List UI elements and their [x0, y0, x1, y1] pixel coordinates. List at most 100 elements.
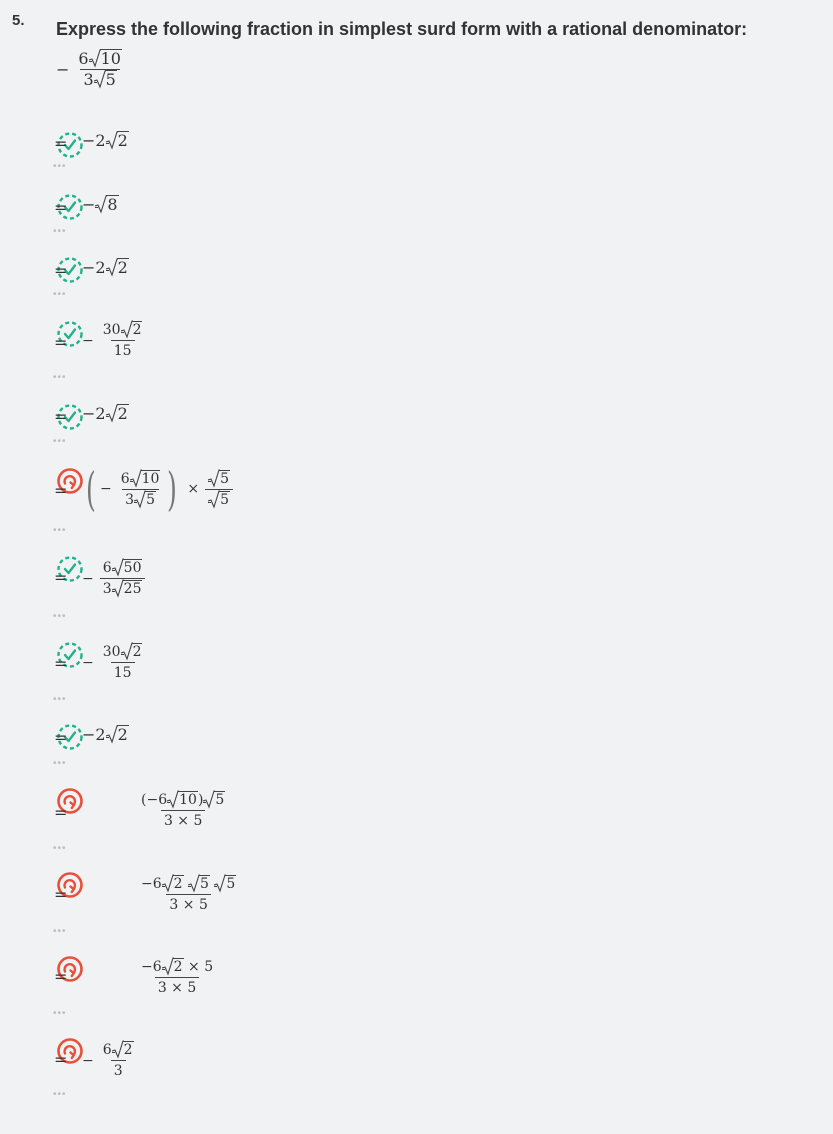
radical: 5: [203, 790, 226, 810]
equals-sign: =: [54, 885, 68, 904]
radical: 10: [129, 468, 161, 489]
sign: −: [82, 332, 94, 349]
radicand: 2: [131, 321, 143, 338]
radical: 2: [161, 957, 184, 977]
denominator: 3: [110, 1060, 126, 1081]
coefficient: 6: [102, 1042, 112, 1058]
radical: 5: [188, 874, 210, 894]
radical: 2: [120, 642, 143, 662]
problem-expression: − 6 10 35: [56, 49, 125, 90]
denominator: 15: [110, 662, 135, 683]
radical: 8: [95, 195, 119, 214]
step-expression: ( − 6 10 3 5 ) × 55: [82, 462, 234, 516]
more-dots[interactable]: •••: [53, 289, 67, 300]
radicand: 5: [199, 875, 210, 892]
step-expression: −2 2: [82, 725, 129, 744]
step-expression: −6 50 3 25: [82, 558, 146, 599]
equals-sign: =: [54, 967, 68, 986]
more-dots[interactable]: •••: [53, 694, 67, 705]
denominator-coefficient: 3: [83, 70, 94, 89]
radicand: 2: [116, 404, 129, 423]
equals-sign: =: [54, 481, 68, 500]
step-expression: −2 2: [82, 258, 129, 277]
radicand: 5: [219, 490, 231, 508]
equals-sign: =: [54, 1050, 68, 1069]
coefficient: −6: [146, 792, 168, 808]
radical: 2: [111, 1040, 134, 1060]
radical: 10: [88, 49, 122, 69]
radical: 2: [105, 404, 129, 423]
coefficient: 3: [125, 491, 135, 508]
radicand: 50: [122, 559, 143, 576]
step-expression: −2 2: [82, 404, 129, 423]
coefficient: −2: [82, 404, 106, 423]
radicand: 10: [99, 49, 122, 68]
coefficient: 6: [102, 560, 112, 576]
radical: 10: [167, 790, 198, 810]
fraction: 55: [205, 468, 234, 510]
more-dots[interactable]: •••: [53, 843, 67, 854]
radicand: 2: [122, 1041, 134, 1058]
fraction: 6 50 3 25: [99, 558, 146, 599]
equals-sign: =: [54, 333, 68, 352]
question-number: 5.: [12, 12, 25, 29]
denominator: 3 × 5: [154, 977, 200, 998]
more-dots[interactable]: •••: [53, 1008, 67, 1019]
radical: 5: [93, 70, 117, 90]
equals-sign: =: [54, 803, 68, 822]
fraction: 30 2 15: [100, 320, 146, 361]
more-dots[interactable]: •••: [53, 372, 67, 383]
denominator: 15: [110, 340, 135, 361]
radicand: 5: [145, 490, 156, 508]
equals-sign: =: [54, 728, 68, 747]
radicand: 2: [131, 643, 143, 660]
radical: 2: [161, 874, 184, 894]
radicand: 10: [178, 791, 198, 808]
radicand: 2: [116, 258, 129, 277]
coefficient: 3: [102, 581, 112, 597]
radicand: 25: [122, 580, 143, 597]
sign: −: [82, 1052, 94, 1069]
step-expression: −6 2 × 53 × 5: [138, 957, 216, 998]
coefficient: 6: [120, 470, 130, 487]
step-expression: −30 2 15: [82, 642, 145, 683]
times-sign: ×: [188, 959, 200, 975]
radical: 5: [208, 489, 231, 510]
problem-denominator: 35: [80, 69, 120, 90]
step-expression: −2 2: [82, 131, 129, 150]
more-dots[interactable]: •••: [53, 525, 67, 536]
factor: 5: [204, 959, 214, 975]
radical: 50: [111, 558, 143, 578]
numerator-coefficient: 6: [78, 49, 89, 68]
radicand: 2: [172, 958, 184, 975]
equals-sign: =: [54, 198, 68, 217]
radicand: 5: [104, 70, 117, 89]
denominator: 3 × 5: [160, 810, 206, 831]
more-dots[interactable]: •••: [53, 926, 67, 937]
step-expression: −8: [82, 195, 119, 214]
more-dots[interactable]: •••: [53, 1089, 67, 1100]
coefficient: −2: [82, 131, 106, 150]
times-sign: ×: [187, 481, 200, 497]
radicand: 8: [106, 195, 119, 214]
more-dots[interactable]: •••: [53, 611, 67, 622]
coefficient: 30: [102, 322, 121, 338]
radicand: 2: [116, 725, 129, 744]
radical: 25: [111, 579, 143, 599]
radicand: 2: [172, 875, 184, 892]
step-expression: −6 2 5 5 3 × 5: [138, 874, 239, 915]
more-dots[interactable]: •••: [53, 161, 67, 172]
step-expression: −30 2 15: [82, 320, 145, 361]
left-paren: (: [86, 462, 96, 516]
more-dots[interactable]: •••: [53, 758, 67, 769]
coefficient: −6: [141, 959, 162, 975]
coefficient: −2: [82, 725, 106, 744]
more-dots[interactable]: •••: [53, 436, 67, 447]
equals-sign: =: [54, 261, 68, 280]
sign: −: [99, 481, 112, 497]
fraction: 6 10 3 5: [118, 468, 164, 510]
more-dots[interactable]: •••: [53, 226, 67, 237]
equals-sign: =: [54, 654, 68, 673]
sign: −: [82, 570, 94, 587]
step-expression: −6 2 3: [82, 1040, 137, 1081]
